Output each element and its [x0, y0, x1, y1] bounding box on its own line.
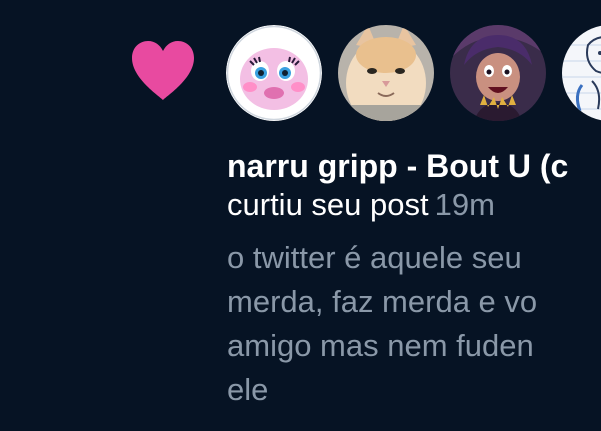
snippet-line: merda, faz merda e vo: [227, 284, 538, 319]
heart-icon: [132, 41, 194, 100]
snippet-line: o twitter é aquele seu: [227, 240, 522, 275]
cat-photo-avatar[interactable]: [338, 25, 434, 121]
author-name[interactable]: narru gripp - Bout U (c: [227, 146, 601, 186]
liker-avatars: [226, 25, 601, 125]
snippet-line: amigo mas nem fuden: [227, 328, 534, 363]
post-snippet[interactable]: o twitter é aquele seu merda, faz merda …: [227, 236, 601, 412]
sketch-drawing-avatar[interactable]: [562, 25, 601, 121]
timestamp: 19m: [434, 187, 495, 222]
snippet-line: ele: [227, 372, 269, 407]
action-line: curtiu seu post 19m: [227, 186, 601, 224]
notification-text: narru gripp - Bout U (c curtiu seu post 1…: [227, 146, 601, 412]
action-text: curtiu seu post: [227, 187, 429, 222]
pink-blob-face-avatar[interactable]: [226, 25, 322, 121]
cartoon-witch-avatar[interactable]: [450, 25, 546, 121]
